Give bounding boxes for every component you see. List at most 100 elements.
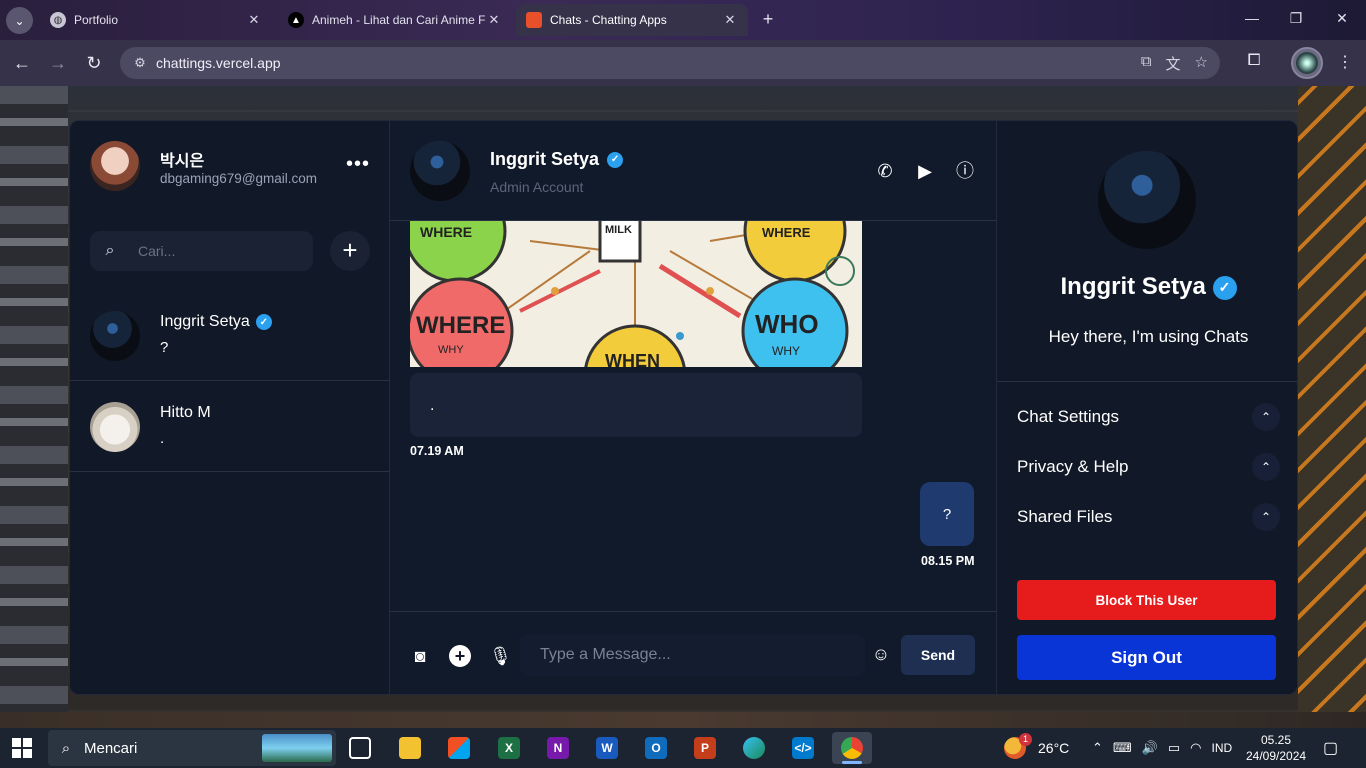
weather-temperature[interactable]: 26°C	[1038, 740, 1069, 756]
chat-settings-accordion[interactable]: Chat Settings ⌃	[1017, 397, 1280, 437]
forward-icon[interactable]: →	[47, 52, 69, 74]
triangle-logo-icon: ▲	[288, 12, 304, 28]
search-icon: ⌕	[61, 739, 71, 757]
word-icon[interactable]: W	[587, 732, 627, 764]
my-email: dbgaming679@gmail.com	[160, 171, 318, 186]
message-input[interactable]	[520, 634, 865, 676]
contact-item[interactable]: Inggrit Setya ✓ ?	[70, 291, 390, 381]
windows-start-icon[interactable]	[12, 738, 32, 758]
menu-kebab-icon[interactable]: ⋮	[1334, 52, 1356, 72]
volume-icon[interactable]: 🔊	[1142, 740, 1158, 756]
video-call-icon[interactable]: ▶	[913, 159, 937, 183]
tab-search-button[interactable]: ⌄	[6, 7, 33, 34]
chrome-icon[interactable]	[832, 732, 872, 764]
chat-avatar[interactable]	[410, 141, 470, 201]
chat-contact-subtitle: Admin Account	[490, 179, 584, 195]
excel-icon[interactable]: X	[489, 732, 529, 764]
chat-header: Inggrit Setya ✓ Admin Account ✆ ▶ ⓘ	[390, 121, 996, 221]
chevron-up-icon[interactable]: ⌃	[1252, 503, 1280, 531]
message-bubble-outgoing[interactable]: ?	[920, 482, 974, 546]
add-contact-button[interactable]: +	[330, 231, 370, 271]
open-in-app-icon[interactable]: ⧉	[1141, 53, 1152, 74]
message-text: .	[430, 397, 435, 414]
contact-item[interactable]: Hitto M .	[70, 382, 390, 472]
taskbar-search-text: Mencari	[84, 739, 138, 757]
vscode-icon[interactable]: </>	[783, 732, 823, 764]
edge-icon[interactable]	[734, 732, 774, 764]
task-view-icon[interactable]	[340, 732, 380, 764]
url-text[interactable]: chattings.vercel.app	[156, 55, 1141, 71]
taskbar-search[interactable]: ⌕ Mencari	[48, 730, 336, 766]
weather-icon[interactable]: 1	[1004, 733, 1032, 759]
site-settings-icon[interactable]: ⚙	[124, 55, 156, 71]
reload-icon[interactable]: ↻	[83, 52, 105, 74]
message-bubble-incoming[interactable]: .	[410, 373, 862, 437]
more-options-icon[interactable]: •••	[346, 153, 370, 176]
browser-toolbar: ← → ↻ ⚙ chattings.vercel.app ⧉ 文 ☆ ⧠ ⋮	[0, 40, 1366, 86]
contact-name: Inggrit Setya	[160, 313, 250, 330]
tab-portfolio[interactable]: ◍ Portfolio ✕	[40, 4, 272, 36]
powerpoint-icon[interactable]: P	[685, 732, 725, 764]
browser-tabbar: ⌄ ◍ Portfolio ✕ ▲ Animeh - Lihat dan Car…	[0, 0, 1366, 40]
camera-icon[interactable]: ◙	[409, 645, 431, 667]
phone-call-icon[interactable]: ✆	[873, 159, 897, 183]
globe-icon: ◍	[50, 12, 66, 28]
profile-avatar[interactable]	[1291, 47, 1323, 79]
outlook-icon[interactable]: O	[636, 732, 676, 764]
last-message: .	[160, 430, 165, 447]
language-indicator[interactable]: IND	[1212, 741, 1233, 755]
add-attachment-icon[interactable]: +	[449, 645, 471, 667]
bubble-label: WHO	[755, 309, 819, 339]
translate-icon[interactable]: 文	[1166, 53, 1181, 74]
tab-chats[interactable]: Chats - Chatting Apps ✕	[516, 4, 748, 36]
extensions-icon[interactable]: ⧠	[1243, 52, 1265, 70]
notifications-icon[interactable]: ▢	[1323, 728, 1338, 768]
message-time: 07.19 AM	[410, 444, 464, 458]
close-icon[interactable]: ✕	[246, 12, 262, 28]
window-close-icon[interactable]: ✕	[1332, 10, 1352, 27]
minimize-icon[interactable]: —	[1242, 10, 1262, 26]
background-decoration	[1298, 86, 1366, 712]
sign-out-button[interactable]: Sign Out	[1017, 635, 1276, 680]
bubble-label: WHY	[772, 344, 800, 358]
chat-contact-name: Inggrit Setya	[490, 149, 600, 169]
tab-animeh[interactable]: ▲ Animeh - Lihat dan Cari Anime F ✕	[278, 4, 512, 36]
chevron-up-icon[interactable]: ⌃	[1252, 403, 1280, 431]
message-text: ?	[942, 505, 952, 523]
emoji-icon[interactable]: ☺	[870, 643, 892, 665]
new-tab-button[interactable]: +	[757, 9, 779, 31]
info-icon[interactable]: ⓘ	[953, 159, 977, 183]
microsoft-store-icon[interactable]	[439, 732, 479, 764]
verified-badge-icon: ✓	[1212, 275, 1237, 300]
clock-date: 24/09/2024	[1246, 749, 1307, 763]
chevron-up-icon[interactable]: ⌃	[1092, 740, 1103, 756]
avatar	[90, 311, 140, 361]
profile-panel: Inggrit Setya ✓ Hey there, I'm using Cha…	[996, 121, 1297, 694]
back-icon[interactable]: ←	[11, 52, 33, 74]
block-user-button[interactable]: Block This User	[1017, 580, 1276, 620]
chat-app-icon	[526, 12, 542, 28]
chevron-up-icon[interactable]: ⌃	[1252, 453, 1280, 481]
close-icon[interactable]: ✕	[722, 12, 738, 28]
battery-icon[interactable]: ▭	[1168, 740, 1180, 756]
onenote-icon[interactable]: N	[538, 732, 578, 764]
address-bar[interactable]: ⚙ chattings.vercel.app ⧉ 文 ☆	[120, 47, 1220, 79]
message-image[interactable]: WHERE MILK WHERE WHERE WHY WHO WHY WHEN	[410, 221, 862, 367]
shared-files-accordion[interactable]: Shared Files ⌃	[1017, 497, 1280, 537]
my-avatar[interactable]	[90, 141, 140, 191]
privacy-help-accordion[interactable]: Privacy & Help ⌃	[1017, 447, 1280, 487]
profile-avatar[interactable]	[1098, 151, 1196, 249]
send-button[interactable]: Send	[901, 635, 975, 675]
bookmark-star-icon[interactable]: ☆	[1195, 53, 1208, 74]
wifi-icon[interactable]: ◠	[1190, 740, 1201, 756]
meet-now-icon[interactable]: ⌨	[1113, 740, 1132, 756]
bubble-label: WHERE	[420, 224, 472, 240]
search-input[interactable]	[138, 243, 308, 259]
mindmap-illustration: WHERE MILK WHERE WHERE WHY WHO WHY WHEN	[410, 221, 862, 367]
microphone-icon[interactable]: 🎙	[489, 645, 512, 667]
file-explorer-icon[interactable]	[390, 732, 430, 764]
message-time: 08.15 PM	[921, 554, 975, 568]
system-clock[interactable]: 05.25 24/09/2024	[1246, 732, 1306, 764]
restore-icon[interactable]: ❐	[1286, 10, 1306, 27]
close-icon[interactable]: ✕	[486, 12, 502, 28]
